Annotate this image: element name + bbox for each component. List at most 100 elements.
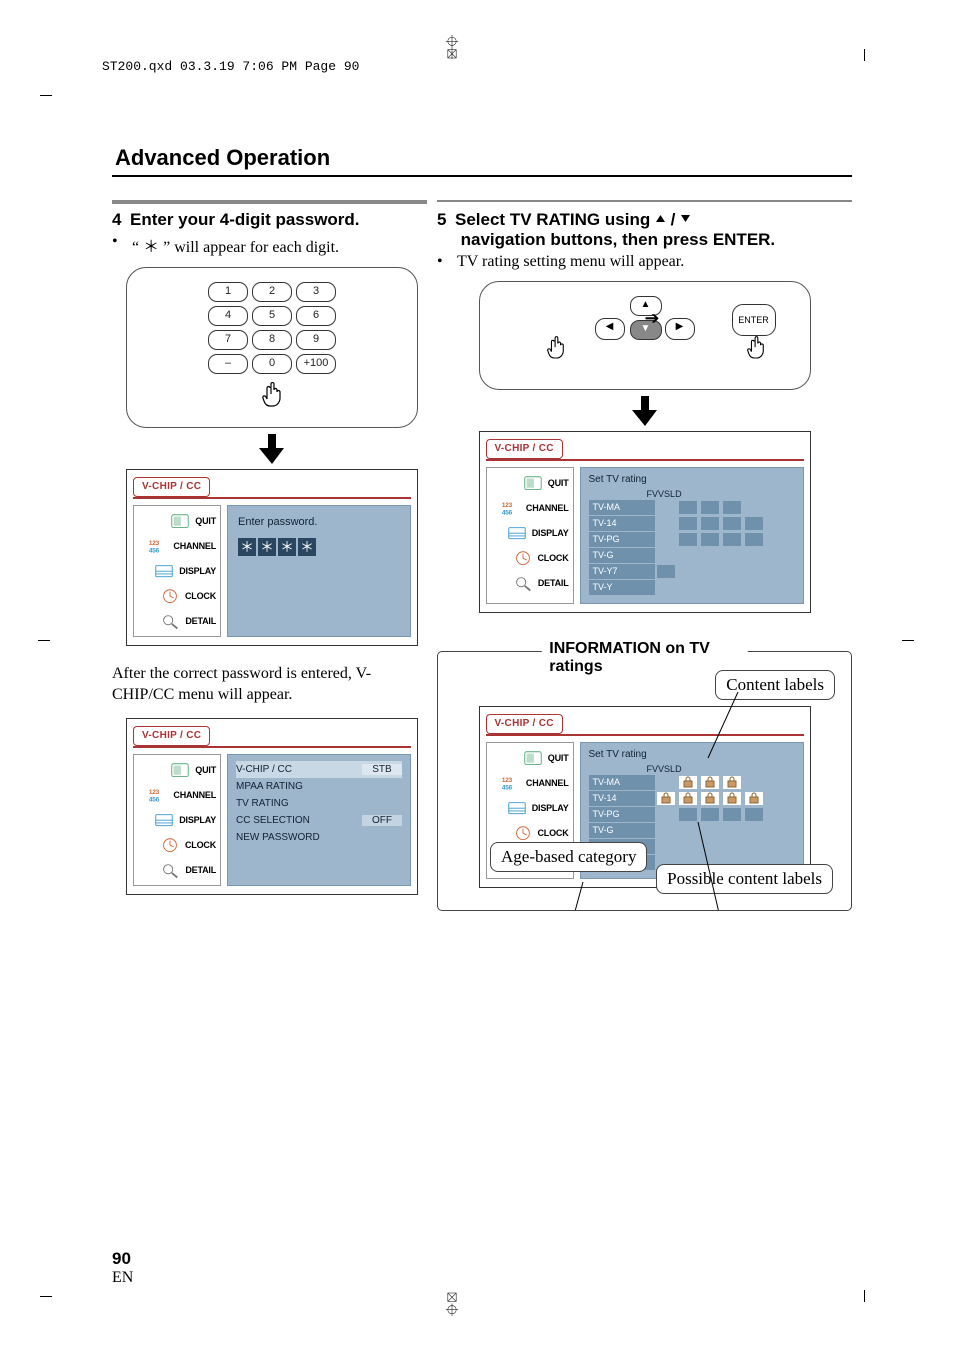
divider bbox=[437, 200, 852, 205]
lock-icon bbox=[745, 792, 763, 805]
rating-cell bbox=[701, 824, 719, 837]
rating-cell bbox=[745, 549, 763, 562]
rating-cell bbox=[679, 581, 697, 594]
registration-mark-bottom bbox=[440, 1292, 464, 1321]
paragraph: After the correct password is entered, V… bbox=[112, 664, 432, 706]
rating-row: TV-14 bbox=[589, 791, 795, 806]
rating-cell bbox=[701, 565, 719, 578]
step-heading: 4Enter your 4-digit password. bbox=[112, 210, 432, 230]
sidebar-item-clock: CLOCK bbox=[489, 547, 571, 569]
quit-icon bbox=[522, 749, 544, 767]
divider bbox=[112, 200, 427, 205]
channel-icon: 123456 bbox=[500, 774, 522, 792]
detail-icon bbox=[159, 612, 181, 630]
rating-col: D bbox=[675, 764, 682, 774]
rating-cell bbox=[657, 581, 675, 594]
rating-cell bbox=[723, 565, 741, 578]
display-icon bbox=[153, 562, 175, 580]
rating-cell bbox=[723, 533, 741, 546]
numkey-5: 5 bbox=[252, 306, 292, 326]
password-char: ＊ bbox=[238, 538, 256, 556]
info-title: INFORMATION on TV ratings bbox=[541, 640, 748, 676]
menu-item: MPAA RATING bbox=[236, 778, 402, 795]
numkey-+100: +100 bbox=[296, 354, 336, 374]
crop-mark bbox=[38, 640, 50, 641]
display-icon bbox=[506, 799, 528, 817]
rating-cell bbox=[745, 501, 763, 514]
sidebar-item-display: DISPLAY bbox=[136, 560, 218, 582]
sidebar-item-clock: CLOCK bbox=[489, 822, 571, 844]
rating-row: TV-14 bbox=[589, 516, 795, 531]
rating-cell bbox=[723, 808, 741, 821]
svg-text:123: 123 bbox=[502, 777, 513, 784]
rating-cell bbox=[657, 776, 675, 789]
menu-item: V-CHIP / CCSTB bbox=[236, 761, 402, 778]
menu-item: CC SELECTIONOFF bbox=[236, 812, 402, 829]
clock-icon bbox=[512, 549, 534, 567]
remote-navigation-figure: ▲ ▼ ◀ ▶ ➔ ENTER bbox=[479, 281, 811, 390]
rating-cell bbox=[657, 533, 675, 546]
remote-keypad-figure: 123456789–0+100 bbox=[126, 267, 418, 428]
callout-possible-content: Possible content labels bbox=[656, 864, 833, 894]
numkey-4: 4 bbox=[208, 306, 248, 326]
rating-row: TV-Y bbox=[589, 580, 795, 595]
rating-cell bbox=[745, 840, 763, 853]
rating-cell bbox=[745, 517, 763, 530]
rating-row: TV-PG bbox=[589, 807, 795, 822]
sidebar-item-detail: DETAIL bbox=[489, 572, 571, 594]
menu-tab: V-CHIP / CC bbox=[486, 714, 563, 734]
rating-row: TV-G bbox=[589, 548, 795, 563]
prompt-text: Enter password. bbox=[238, 516, 400, 528]
rating-cell bbox=[679, 840, 697, 853]
rating-cell bbox=[745, 776, 763, 789]
callout-age-category: Age-based category bbox=[490, 842, 647, 872]
channel-icon: 123456 bbox=[147, 786, 169, 804]
svg-text:456: 456 bbox=[149, 548, 160, 555]
pointer-hand-icon bbox=[261, 382, 283, 413]
numkey-3: 3 bbox=[296, 282, 336, 302]
rating-row: TV-MA bbox=[589, 500, 795, 515]
pointer-hand-icon bbox=[546, 336, 566, 365]
rating-cell bbox=[745, 808, 763, 821]
quit-icon bbox=[522, 474, 544, 492]
quit-icon bbox=[169, 512, 191, 530]
rating-row: TV-G bbox=[589, 823, 795, 838]
clock-icon bbox=[159, 587, 181, 605]
menu-sidebar: QUIT123456CHANNELDISPLAYCLOCKDETAIL bbox=[133, 754, 221, 886]
svg-text:456: 456 bbox=[502, 785, 513, 792]
sidebar-item-channel: 123456CHANNEL bbox=[136, 784, 218, 806]
numkey-–: – bbox=[208, 354, 248, 374]
rating-cell bbox=[679, 565, 697, 578]
rating-cell bbox=[723, 549, 741, 562]
rating-cell bbox=[701, 808, 719, 821]
crop-mark bbox=[902, 640, 914, 641]
password-char: ＊ bbox=[278, 538, 296, 556]
rating-cell bbox=[679, 533, 697, 546]
rating-row: TV-PG bbox=[589, 532, 795, 547]
channel-icon: 123456 bbox=[147, 537, 169, 555]
svg-text:123: 123 bbox=[149, 540, 160, 547]
up-triangle-icon bbox=[655, 213, 666, 224]
menu-item: TV RATING bbox=[236, 795, 402, 812]
sidebar-item-clock: CLOCK bbox=[136, 585, 218, 607]
lock-icon bbox=[701, 792, 719, 805]
pointer-hand-icon bbox=[746, 336, 766, 365]
rating-columns: FVVSLD bbox=[589, 489, 795, 499]
detail-icon bbox=[159, 861, 181, 879]
rating-col: D bbox=[675, 489, 682, 499]
numkey-7: 7 bbox=[208, 330, 248, 350]
info-box: INFORMATION on TV ratings Content labels… bbox=[437, 651, 852, 911]
menu-content: Set TV rating FVVSLD TV-MATV-14TV-PGTV-G… bbox=[580, 467, 804, 604]
rating-cell bbox=[679, 501, 697, 514]
down-arrow-icon bbox=[437, 396, 852, 429]
step-heading: 5Select TV RATING using / navigation but… bbox=[437, 210, 852, 250]
menu-content: V-CHIP / CCSTBMPAA RATINGTV RATINGCC SEL… bbox=[227, 754, 411, 886]
enter-button-icon: ENTER bbox=[732, 304, 776, 336]
rating-cell bbox=[657, 840, 675, 853]
rating-cell bbox=[745, 565, 763, 578]
quit-icon bbox=[169, 761, 191, 779]
rating-cell bbox=[723, 581, 741, 594]
down-arrow-icon bbox=[112, 434, 432, 467]
sidebar-item-channel: 123456CHANNEL bbox=[136, 535, 218, 557]
right-arrow-icon: ➔ bbox=[645, 308, 660, 329]
